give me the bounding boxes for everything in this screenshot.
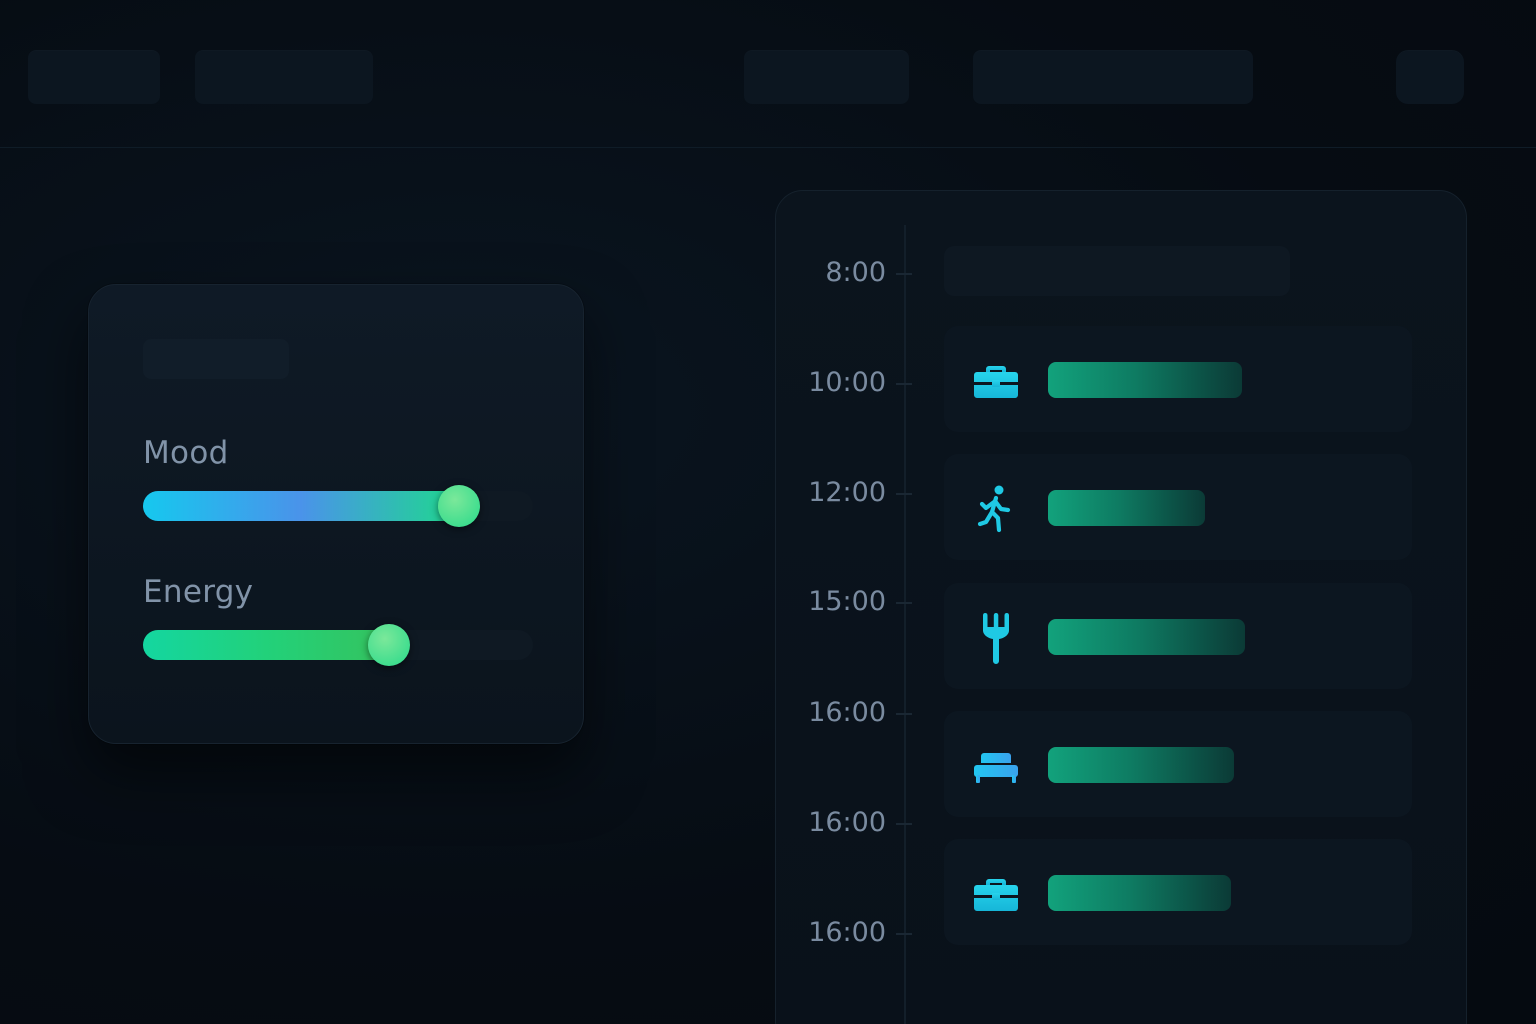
time-tick xyxy=(896,713,912,715)
schedule-panel: 8:00 10:00 12:00 15:00 16:00 16:00 16:00 xyxy=(775,190,1467,1024)
briefcase-icon xyxy=(974,366,1018,398)
event-card[interactable] xyxy=(944,454,1412,560)
app-window: Mood Energy 8:00 10:00 12:00 15:00 16:00… xyxy=(0,0,1536,1024)
event-title-bar xyxy=(1048,362,1242,398)
time-label: 16:00 xyxy=(808,917,886,948)
mood-label: Mood xyxy=(143,435,229,471)
energy-slider-handle[interactable] xyxy=(368,624,410,666)
time-label: 16:00 xyxy=(808,807,886,838)
mood-slider-fill xyxy=(143,491,459,521)
event-title-bar xyxy=(1048,619,1245,655)
top-bar-placeholder-4[interactable] xyxy=(973,50,1253,104)
time-label: 10:00 xyxy=(808,367,886,398)
top-bar-placeholder-3[interactable] xyxy=(744,50,909,104)
time-label: 16:00 xyxy=(808,697,886,728)
event-card[interactable] xyxy=(944,326,1412,432)
mood-slider[interactable] xyxy=(143,485,533,527)
event-card[interactable] xyxy=(944,839,1412,945)
time-tick xyxy=(896,493,912,495)
timeline-axis xyxy=(904,225,906,1024)
top-bar xyxy=(0,0,1536,148)
energy-label: Energy xyxy=(143,574,254,610)
time-label: 12:00 xyxy=(808,477,886,508)
bed-icon xyxy=(974,753,1018,783)
fork-icon xyxy=(983,613,1009,664)
empty-slot-placeholder[interactable] xyxy=(944,246,1290,296)
event-card[interactable] xyxy=(944,711,1412,817)
event-title-bar xyxy=(1048,875,1231,911)
event-title-bar xyxy=(1048,490,1205,526)
event-card[interactable] xyxy=(944,583,1412,689)
time-label: 15:00 xyxy=(808,586,886,617)
top-bar-placeholder-1[interactable] xyxy=(28,50,160,104)
mood-slider-handle[interactable] xyxy=(438,485,480,527)
time-tick xyxy=(896,383,912,385)
card-title-placeholder xyxy=(143,339,289,379)
time-tick xyxy=(896,273,912,275)
time-tick xyxy=(896,933,912,935)
energy-slider[interactable] xyxy=(143,624,533,666)
energy-slider-fill xyxy=(143,630,389,660)
time-tick xyxy=(896,602,912,604)
top-bar-placeholder-2[interactable] xyxy=(195,50,373,104)
briefcase-icon xyxy=(974,879,1018,911)
walking-person-icon xyxy=(977,485,1011,533)
wellbeing-card: Mood Energy xyxy=(88,284,584,744)
top-bar-placeholder-5[interactable] xyxy=(1396,50,1464,104)
time-tick xyxy=(896,823,912,825)
time-label: 8:00 xyxy=(825,257,886,288)
event-title-bar xyxy=(1048,747,1234,783)
